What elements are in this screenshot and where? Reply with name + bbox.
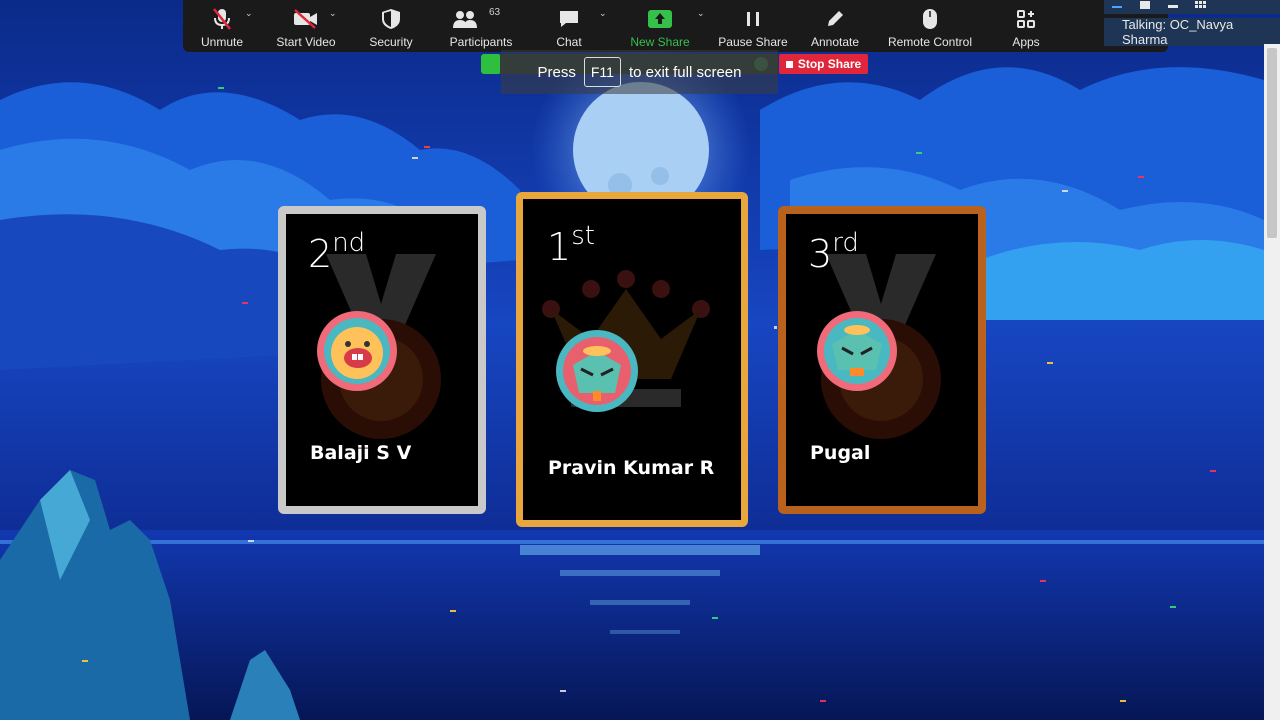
player-name: Pugal — [810, 442, 871, 464]
pencil-icon — [821, 6, 849, 32]
leaderboard-card-third: 3rd Pugal — [778, 206, 986, 514]
view-controls — [1104, 0, 1280, 14]
active-speaker-label: Talking: OC_Navya Sharma — [1104, 17, 1280, 47]
hint-rest-text: to exit full screen — [628, 63, 742, 81]
speaker-view-icon[interactable] — [1140, 1, 1150, 9]
chevron-down-icon[interactable]: ⌄ — [697, 8, 705, 19]
start-video-label: Start Video — [276, 35, 336, 49]
participants-count: 63 — [489, 7, 501, 18]
scrollbar-thumb[interactable] — [1267, 48, 1277, 238]
security-button[interactable]: Security — [351, 0, 431, 52]
hint-press-text: Press — [537, 63, 576, 81]
apps-label: Apps — [1012, 35, 1040, 49]
stop-share-label: Stop Share — [797, 57, 862, 71]
fullscreen-hint: Press F11 to exit full screen — [501, 50, 778, 94]
pause-share-label: Pause Share — [718, 35, 788, 49]
hint-key: F11 — [583, 57, 621, 87]
avatar-icon — [817, 311, 897, 391]
avatar-icon — [317, 311, 397, 391]
chevron-down-icon[interactable]: ⌄ — [245, 8, 253, 19]
new-share-button[interactable]: ⌄ New Share — [607, 0, 713, 52]
leaderboard-card-first: 1st Pravin Kumar R — [516, 192, 748, 527]
rank-label: 2nd — [308, 228, 366, 276]
share-screen-icon — [646, 6, 674, 32]
sharing-indicator-icon — [481, 54, 501, 74]
unmute-label: Unmute — [200, 35, 244, 49]
pause-share-button[interactable]: Pause Share — [713, 0, 793, 52]
shield-icon — [377, 6, 405, 32]
start-video-button[interactable]: ⌄ Start Video — [261, 0, 351, 52]
unmute-button[interactable]: ⌄ Unmute — [183, 0, 261, 52]
leaderboard-card-second: 2nd Balaji S V — [278, 206, 486, 514]
apps-icon — [1012, 6, 1040, 32]
participants-label: Participants — [449, 35, 513, 49]
pause-icon — [739, 6, 767, 32]
participants-button[interactable]: 63 Participants — [431, 0, 531, 52]
avatar-icon — [556, 330, 638, 412]
chat-bubble-icon — [555, 6, 583, 32]
mouse-icon — [916, 6, 944, 32]
strip-view-icon[interactable] — [1168, 5, 1178, 8]
muted-mic-icon — [208, 6, 236, 32]
remote-control-button[interactable]: Remote Control — [877, 0, 983, 52]
annotate-button[interactable]: Annotate — [793, 0, 877, 52]
apps-button[interactable]: Apps — [983, 0, 1069, 52]
remote-control-label: Remote Control — [887, 35, 973, 49]
chevron-down-icon[interactable]: ⌄ — [329, 8, 337, 19]
player-name: Pravin Kumar R — [548, 457, 715, 479]
new-share-label: New Share — [630, 35, 690, 49]
stop-share-button[interactable]: Stop Share — [779, 54, 868, 74]
player-name: Balaji S V — [310, 442, 412, 464]
stop-icon — [785, 60, 793, 68]
video-off-icon — [292, 6, 320, 32]
chevron-down-icon[interactable]: ⌄ — [599, 8, 607, 19]
rank-label: 1st — [547, 221, 595, 269]
security-label: Security — [369, 35, 413, 49]
meeting-toolbar: ⌄ Unmute ⌄ Start Video Security 63 Parti… — [183, 0, 1168, 52]
rank-label: 3rd — [808, 228, 859, 276]
annotate-label: Annotate — [810, 35, 860, 49]
chat-button[interactable]: ⌄ Chat — [531, 0, 607, 52]
participants-icon — [451, 6, 479, 32]
minimize-icon[interactable] — [1112, 6, 1122, 8]
chat-label: Chat — [556, 35, 582, 49]
